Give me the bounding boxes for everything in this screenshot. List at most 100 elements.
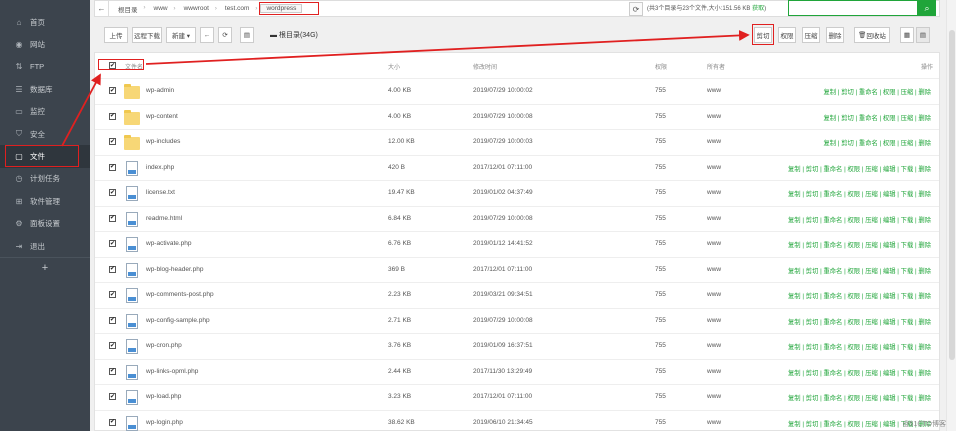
file-permission[interactable]: 755	[655, 368, 666, 375]
recycle-bin-button[interactable]: 🗑 回收站	[854, 27, 890, 43]
new-dropdown-button[interactable]: 新建 ▾	[166, 27, 196, 43]
search-input[interactable]	[788, 0, 918, 16]
row-checkbox[interactable]: ✔	[109, 214, 116, 222]
file-name[interactable]: wp-load.php	[146, 393, 181, 400]
file-name[interactable]: wp-blog-header.php	[146, 266, 203, 273]
file-permission[interactable]: 755	[655, 317, 666, 324]
row-actions[interactable]: 复制 | 剪切 | 重命名 | 权限 | 压缩 | 编辑 | 下载 | 删除	[788, 189, 931, 198]
file-name[interactable]: wp-activate.php	[146, 240, 192, 247]
file-permission[interactable]: 755	[655, 113, 666, 120]
sidebar-item-5[interactable]: ⛉ 安全	[0, 123, 90, 145]
file-name[interactable]: wp-config-sample.php	[146, 317, 210, 324]
table-row[interactable]: ✔ wp-login.php 38.62 KB 2019/06/10 21:34:45…	[95, 409, 939, 431]
file-name[interactable]: wp-admin	[146, 87, 174, 94]
row-checkbox[interactable]: ✔	[109, 265, 116, 273]
sidebar-item-10[interactable]: ⇥ 退出	[0, 235, 90, 257]
scrollbar[interactable]	[946, 0, 956, 431]
header-mtime[interactable]: 修改时间	[473, 62, 497, 71]
file-permission[interactable]: 755	[655, 138, 666, 145]
file-name[interactable]: readme.html	[146, 215, 182, 222]
row-actions[interactable]: 复制 | 剪切 | 重命名 | 权限 | 压缩 | 编辑 | 下载 | 删除	[788, 342, 931, 351]
row-actions[interactable]: 复制 | 剪切 | 重命名 | 权限 | 压缩 | 删除	[823, 87, 931, 96]
row-checkbox[interactable]: ✔	[109, 418, 116, 426]
path-refresh-button[interactable]: ⟳	[629, 2, 643, 16]
sidebar-item-4[interactable]: ▭ 监控	[0, 101, 90, 123]
breadcrumb-item[interactable]: wwwroot	[179, 5, 218, 12]
file-permission[interactable]: 755	[655, 240, 666, 247]
breadcrumb-item[interactable]: test.com	[220, 5, 257, 12]
grid-view-button[interactable]: ▦	[900, 27, 914, 43]
sidebar-item-8[interactable]: ⊞ 软件管理	[0, 190, 90, 212]
row-checkbox[interactable]: ✔	[109, 393, 116, 400]
sidebar-item-3[interactable]: ☰ 数据库	[0, 78, 90, 100]
file-name[interactable]: index.php	[146, 164, 174, 171]
row-checkbox[interactable]: ✔	[109, 112, 116, 120]
file-permission[interactable]: 755	[655, 164, 666, 171]
sidebar-item-0[interactable]: ⌂ 首页	[0, 11, 90, 33]
file-permission[interactable]: 755	[655, 342, 666, 349]
remote-download-button[interactable]: 远程下载	[132, 27, 162, 43]
refresh-button[interactable]: ⟳	[218, 27, 232, 43]
file-name[interactable]: wp-content	[146, 113, 178, 120]
table-row[interactable]: ✔ wp-content 4.00 KB 2019/07/29 10:00:08 755…	[95, 103, 939, 130]
permission-button[interactable]: 权限	[778, 27, 796, 43]
sidebar-item-1[interactable]: ◉ 网站	[0, 33, 90, 55]
table-row[interactable]: ✔ license.txt 19.47 KB 2019/01/02 04:37:49 7…	[95, 180, 939, 206]
add-shortcut-button[interactable]: +	[0, 258, 90, 274]
row-actions[interactable]: 复制 | 剪切 | 重命名 | 权限 | 压缩 | 编辑 | 下载 | 删除	[788, 215, 931, 224]
table-row[interactable]: ✔ wp-includes 12.00 KB 2019/07/29 10:00:03 7…	[95, 129, 939, 155]
row-checkbox[interactable]: ✔	[109, 189, 116, 196]
sidebar-item-7[interactable]: ◷ 计划任务	[0, 168, 90, 190]
get-size-link[interactable]: 获取	[752, 6, 764, 12]
row-actions[interactable]: 复制 | 剪切 | 重命名 | 权限 | 压缩 | 编辑 | 下载 | 删除	[788, 266, 931, 275]
row-actions[interactable]: 复制 | 剪切 | 重命名 | 权限 | 压缩 | 编辑 | 下载 | 删除	[788, 368, 931, 377]
breadcrumb-item[interactable]: www	[149, 5, 176, 12]
disk-usage[interactable]: ▬ 根目录(34G)	[270, 30, 318, 40]
table-row[interactable]: ✔ wp-config-sample.php 2.71 KB 2019/07/29 1…	[95, 307, 939, 334]
file-name[interactable]: wp-includes	[146, 138, 180, 145]
row-checkbox[interactable]: ✔	[109, 240, 116, 247]
row-checkbox[interactable]: ✔	[109, 367, 116, 375]
row-actions[interactable]: 复制 | 剪切 | 重命名 | 权限 | 压缩 | 编辑 | 下载 | 删除	[788, 240, 931, 249]
row-actions[interactable]: 复制 | 剪切 | 重命名 | 权限 | 压缩 | 删除	[823, 138, 931, 147]
table-row[interactable]: ✔ index.php 420 B 2017/12/01 07:11:00 755 www…	[95, 154, 939, 181]
file-name[interactable]: wp-cron.php	[146, 342, 182, 349]
row-checkbox[interactable]: ✔	[109, 163, 116, 171]
file-permission[interactable]: 755	[655, 291, 666, 298]
row-actions[interactable]: 复制 | 剪切 | 重命名 | 权限 | 压缩 | 删除	[823, 113, 931, 122]
file-name[interactable]: wp-comments-post.php	[146, 291, 214, 298]
file-permission[interactable]: 755	[655, 393, 666, 400]
path-back-button[interactable]: ←	[95, 1, 109, 16]
file-permission[interactable]: 755	[655, 419, 666, 426]
file-name[interactable]: license.txt	[146, 189, 175, 196]
table-row[interactable]: ✔ wp-blog-header.php 369 B 2017/12/01 07:11…	[95, 256, 939, 283]
table-row[interactable]: ✔ wp-load.php 3.23 KB 2017/12/01 07:11:00 75…	[95, 384, 939, 410]
row-actions[interactable]: 复制 | 剪切 | 重命名 | 权限 | 压缩 | 编辑 | 下载 | 删除	[788, 317, 931, 326]
table-row[interactable]: ✔ wp-links-opml.php 2.44 KB 2017/11/30 13:2…	[95, 358, 939, 385]
back-button[interactable]: ←	[200, 27, 214, 43]
row-checkbox[interactable]: ✔	[109, 87, 116, 94]
row-actions[interactable]: 复制 | 剪切 | 重命名 | 权限 | 压缩 | 编辑 | 下载 | 删除	[788, 393, 931, 402]
file-permission[interactable]: 755	[655, 189, 666, 196]
terminal-button[interactable]: ▤	[240, 27, 254, 43]
sidebar-item-2[interactable]: ⇅ FTP	[0, 56, 90, 78]
delete-button[interactable]: 删除	[826, 27, 844, 43]
row-checkbox[interactable]: ✔	[109, 342, 116, 349]
list-view-button[interactable]: ▤	[916, 27, 930, 43]
scrollbar-thumb[interactable]	[949, 30, 955, 360]
header-size[interactable]: 大小	[388, 62, 400, 71]
table-row[interactable]: ✔ wp-cron.php 3.76 KB 2019/01/09 16:37:51 75…	[95, 333, 939, 359]
row-actions[interactable]: 复制 | 剪切 | 重命名 | 权限 | 压缩 | 编辑 | 下载 | 删除	[788, 164, 931, 173]
row-checkbox[interactable]: ✔	[109, 291, 116, 298]
search-button[interactable]: ⌕	[918, 0, 936, 16]
sidebar-item-9[interactable]: ⚙ 面板设置	[0, 213, 90, 235]
file-name[interactable]: wp-links-opml.php	[146, 368, 198, 375]
table-row[interactable]: ✔ wp-comments-post.php 2.23 KB 2019/03/21 0…	[95, 282, 939, 308]
row-checkbox[interactable]: ✔	[109, 138, 116, 145]
row-actions[interactable]: 复制 | 剪切 | 重命名 | 权限 | 压缩 | 编辑 | 下载 | 删除	[788, 291, 931, 300]
upload-button[interactable]: 上传	[104, 27, 128, 43]
table-row[interactable]: ✔ wp-activate.php 6.76 KB 2019/01/12 14:41:…	[95, 231, 939, 257]
file-name[interactable]: wp-login.php	[146, 419, 183, 426]
file-permission[interactable]: 755	[655, 87, 666, 94]
file-permission[interactable]: 755	[655, 266, 666, 273]
